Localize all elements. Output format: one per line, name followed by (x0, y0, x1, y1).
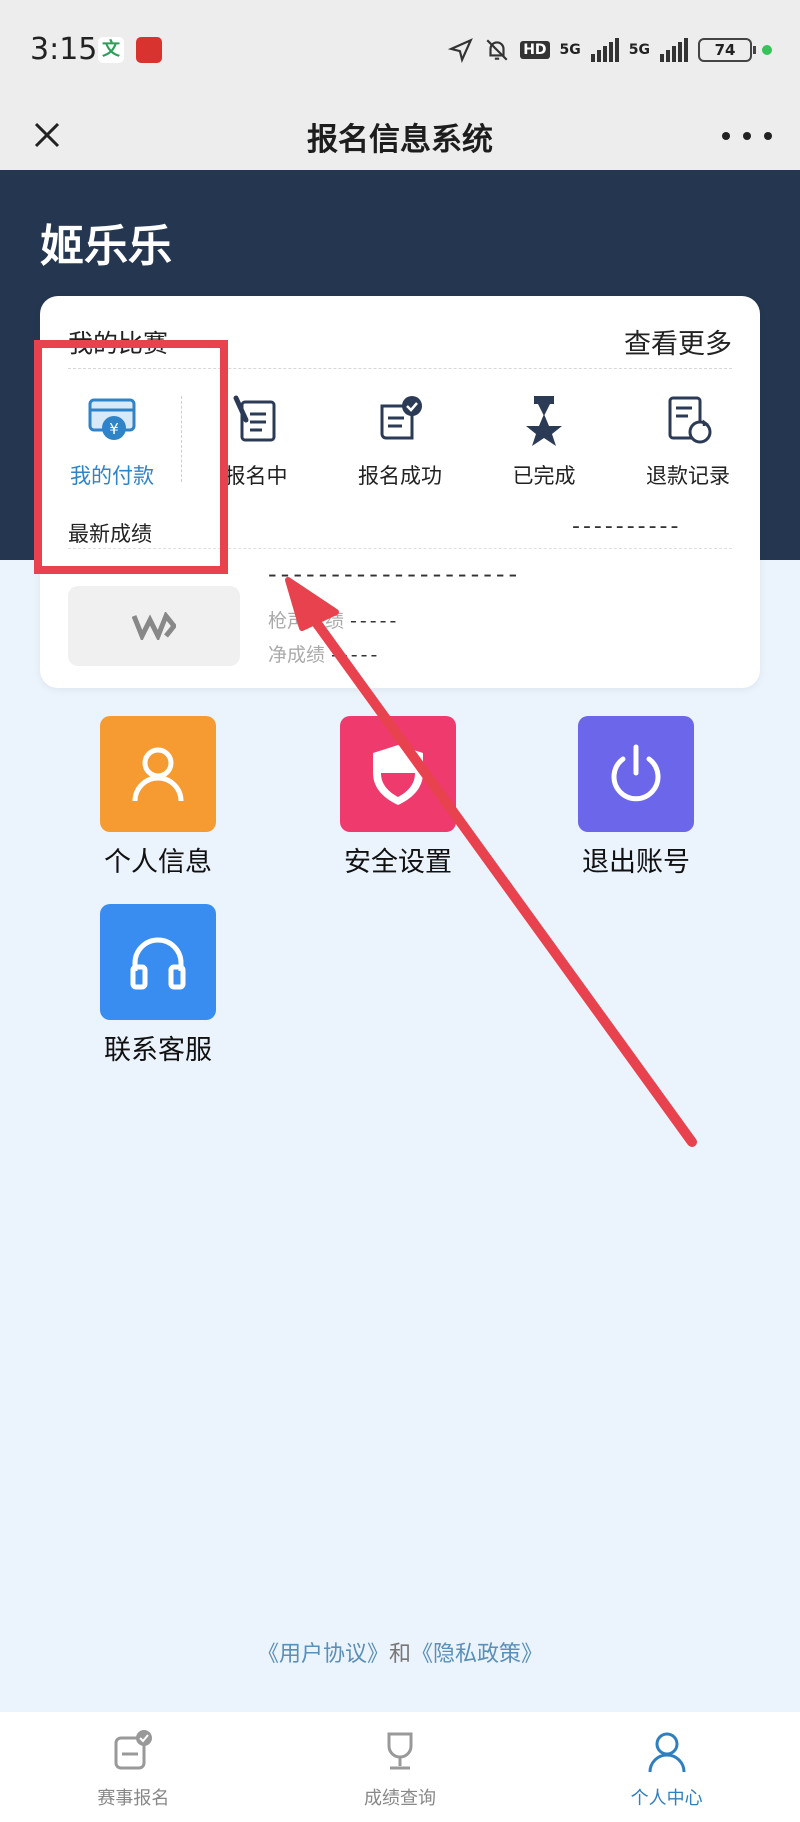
menu-item-registered[interactable]: 报名成功 (328, 390, 472, 500)
menu-item-completed[interactable]: 已完成 (472, 390, 616, 500)
status-bar: 3:15 文 HD 5G 5G 74 (0, 0, 800, 100)
menu-label: 退款记录 (646, 464, 730, 488)
personal-info-tile[interactable]: 个人信息 (78, 716, 238, 879)
privacy-dot-icon (762, 45, 772, 55)
medal-star-icon (526, 396, 562, 446)
gun-time-row: 枪声成绩 ----- (268, 606, 399, 633)
latest-results-placeholder: ---------- (572, 514, 682, 539)
page-title: 报名信息系统 (307, 122, 493, 158)
tile-label: 联系客服 (104, 1035, 212, 1066)
menu-item-refund-records[interactable]: 退款记录 (616, 390, 760, 500)
more-options-button[interactable] (722, 118, 772, 154)
bell-muted-icon (486, 39, 508, 61)
tab-label: 成绩查询 (364, 1788, 436, 1809)
hd-badge: HD (520, 41, 550, 59)
customer-service-tile[interactable]: 联系客服 (78, 904, 238, 1067)
certificate-check-icon (380, 396, 422, 440)
highlight-box (34, 340, 228, 574)
tab-personal-center[interactable]: 个人中心 (533, 1712, 800, 1822)
tab-results-query[interactable]: 成绩查询 (267, 1712, 534, 1822)
net-time-value: ----- (331, 644, 381, 666)
more-dot-icon (764, 132, 772, 140)
title-bar: 报名信息系统 (0, 100, 800, 170)
tile-label: 安全设置 (344, 847, 452, 878)
power-icon (611, 744, 661, 802)
user-icon (648, 1732, 686, 1773)
security-settings-box (340, 716, 456, 832)
gun-time-label: 枪声成绩 (268, 610, 345, 632)
race-name: -------------------- (268, 560, 522, 588)
tab-label: 个人中心 (630, 1788, 703, 1809)
network-label-2: 5G (628, 42, 650, 58)
status-indicators: HD 5G 5G 74 (448, 32, 772, 68)
user-name: 姬乐乐 (40, 221, 172, 272)
headset-icon (130, 937, 186, 990)
tile-label: 个人信息 (104, 847, 212, 878)
net-time-label: 净成绩 (268, 644, 326, 666)
gun-time-value: ----- (350, 610, 400, 632)
view-more-link[interactable]: 查看更多 (624, 322, 732, 361)
network-label-1: 5G (559, 42, 581, 58)
register-icon (114, 1730, 153, 1770)
signal-icon-1 (590, 38, 619, 62)
privacy-policy-link[interactable]: 《隐私政策》 (411, 1642, 543, 1667)
location-icon (448, 38, 474, 63)
translate-app-icon: 文 (98, 37, 124, 63)
security-settings-tile[interactable]: 安全设置 (318, 716, 478, 879)
trophy-icon (387, 1732, 413, 1770)
user-agreement-link[interactable]: 《用户协议》 (257, 1642, 389, 1667)
race-logo-icon (132, 612, 176, 640)
status-time: 3:15 (30, 32, 98, 67)
more-dot-icon (722, 132, 730, 140)
net-time-row: 净成绩 ----- (268, 640, 380, 667)
footer-links: 《用户协议》和《隐私政策》 (0, 1636, 800, 1668)
customer-service-box (100, 904, 216, 1020)
more-dot-icon (743, 132, 751, 140)
tile-label: 退出账号 (582, 847, 690, 878)
battery-icon: 74 (698, 38, 756, 62)
shield-icon (373, 745, 423, 805)
sign-doc-icon (233, 395, 276, 442)
app-notification-icon (136, 37, 162, 63)
race-thumbnail[interactable] (68, 586, 240, 666)
tab-race-registration[interactable]: 赛事报名 (0, 1712, 267, 1822)
refund-doc-icon (668, 396, 712, 444)
menu-label: 已完成 (512, 464, 576, 488)
signal-icon-2 (660, 38, 688, 62)
person-icon (132, 747, 184, 802)
bottom-tab-bar: 赛事报名 成绩查询 个人中心 (0, 1712, 800, 1822)
personal-info-box (100, 716, 216, 832)
logout-tile[interactable]: 退出账号 (556, 716, 716, 879)
menu-label: 报名成功 (358, 464, 442, 488)
logout-box (578, 716, 694, 832)
footer-and-text: 和 (388, 1642, 411, 1667)
tab-label: 赛事报名 (97, 1788, 170, 1809)
